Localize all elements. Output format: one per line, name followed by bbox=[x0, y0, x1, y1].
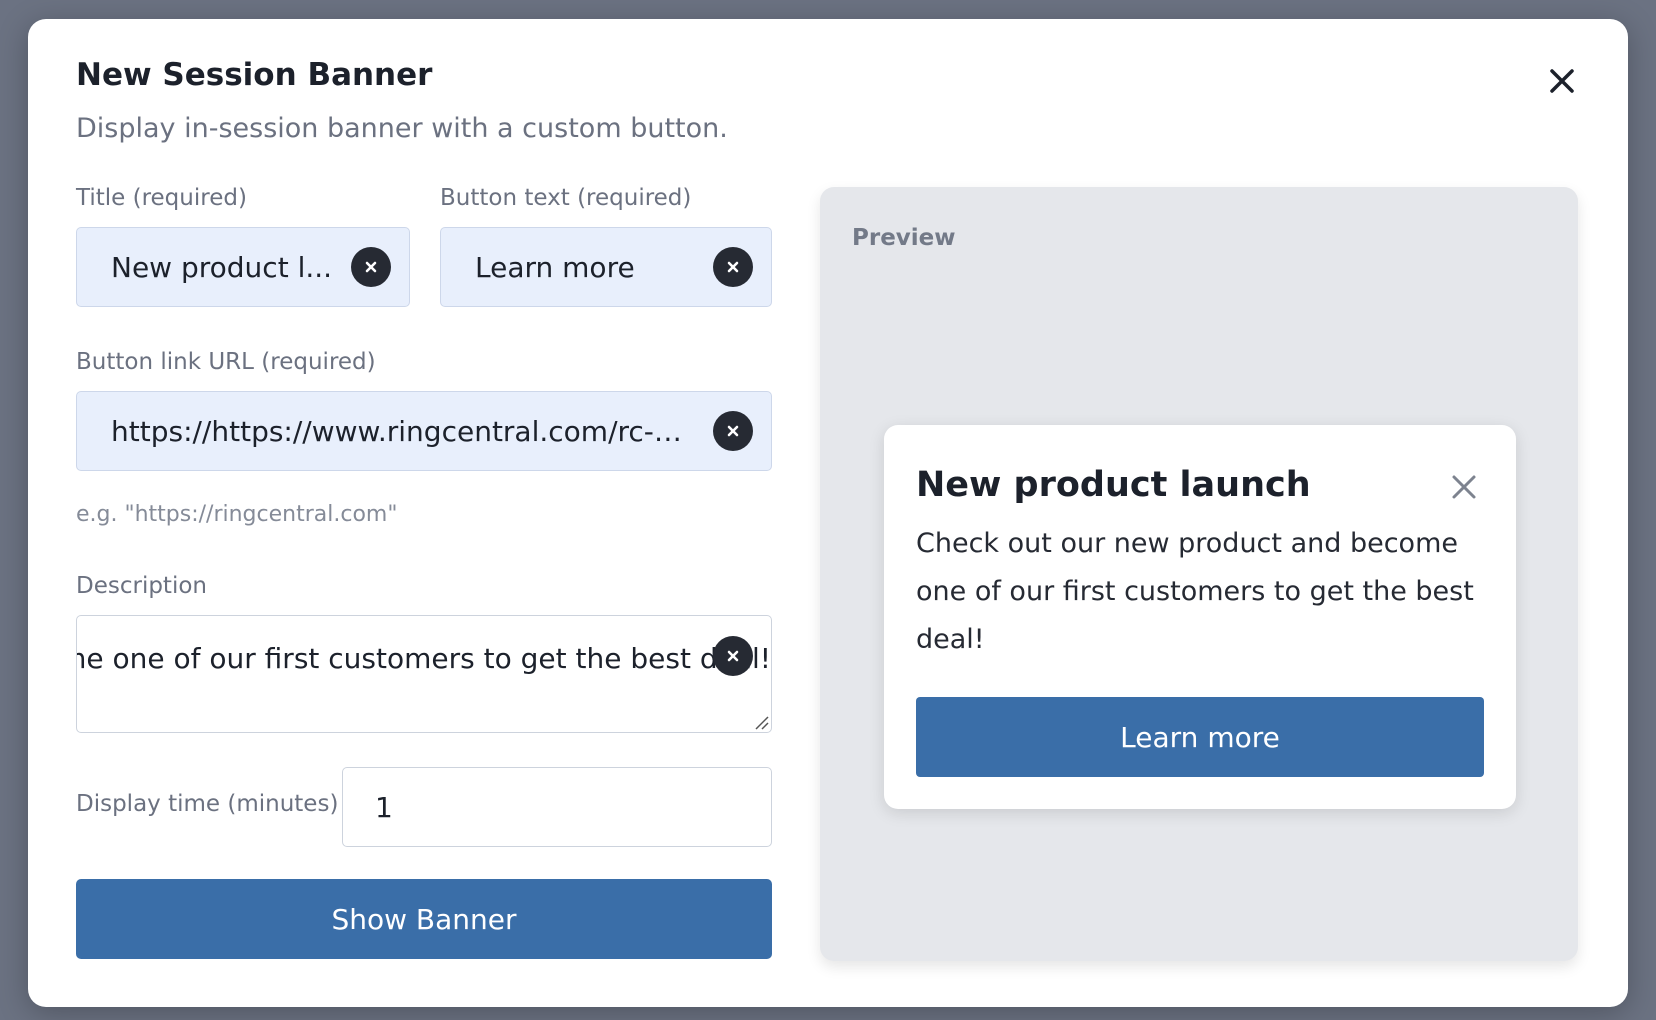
close-button[interactable] bbox=[1540, 59, 1584, 103]
banner-close-button[interactable] bbox=[1446, 469, 1482, 505]
clear-title-button[interactable] bbox=[351, 247, 391, 287]
clear-button-text-button[interactable] bbox=[713, 247, 753, 287]
clear-icon bbox=[727, 261, 739, 273]
button-text-input-value: Learn more bbox=[475, 250, 635, 284]
clear-description-button[interactable] bbox=[713, 636, 753, 676]
show-banner-button[interactable]: Show Banner bbox=[76, 879, 772, 959]
banner-description: Check out our new product and become one… bbox=[916, 528, 1474, 655]
preview-label: Preview bbox=[852, 225, 956, 251]
modal-subtitle: Display in-session banner with a custom … bbox=[76, 113, 728, 144]
banner-preview-card: New product launch Check out our new pro… bbox=[884, 425, 1516, 809]
banner-learn-more-button[interactable]: Learn more bbox=[916, 697, 1484, 777]
button-text-label: Button text (required) bbox=[440, 185, 692, 211]
modal-title: New Session Banner bbox=[76, 57, 433, 93]
resize-handle-icon[interactable] bbox=[753, 714, 769, 730]
url-hint: e.g. "https://ringcentral.com" bbox=[76, 502, 398, 527]
url-label: Button link URL (required) bbox=[76, 349, 376, 375]
display-time-input[interactable]: 1 bbox=[342, 767, 772, 847]
url-input[interactable]: https://https://www.ringcentral.com/rc-e… bbox=[76, 391, 772, 471]
clear-icon bbox=[365, 261, 377, 273]
description-label: Description bbox=[76, 573, 207, 599]
preview-panel: Preview New product launch Check out our… bbox=[820, 187, 1578, 961]
description-value: come one of our first customers to get t… bbox=[76, 642, 771, 675]
clear-icon bbox=[727, 650, 739, 662]
clear-icon bbox=[727, 425, 739, 437]
banner-title: New product launch bbox=[916, 465, 1311, 505]
clear-url-button[interactable] bbox=[713, 411, 753, 451]
close-icon bbox=[1550, 69, 1574, 93]
title-input-value: New product l... bbox=[111, 250, 333, 284]
title-input[interactable]: New product l... bbox=[76, 227, 410, 307]
url-input-value: https://https://www.ringcentral.com/rc-e… bbox=[111, 414, 697, 448]
display-time-value: 1 bbox=[375, 790, 393, 824]
button-text-input[interactable]: Learn more bbox=[440, 227, 772, 307]
title-label: Title (required) bbox=[76, 185, 247, 211]
display-time-label: Display time (minutes) bbox=[76, 791, 339, 817]
modal-dialog: New Session Banner Display in-session ba… bbox=[28, 19, 1628, 1007]
close-icon bbox=[1452, 475, 1476, 499]
description-textarea[interactable]: come one of our first customers to get t… bbox=[76, 615, 772, 733]
